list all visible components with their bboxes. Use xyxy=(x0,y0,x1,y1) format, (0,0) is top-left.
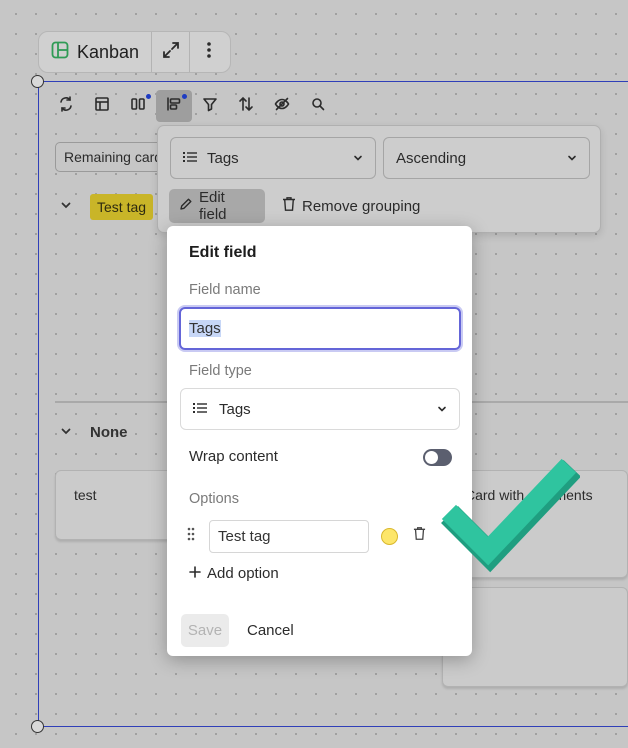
edit-field-label: Edit field xyxy=(199,189,227,223)
group-header-test-tag[interactable]: Test tag xyxy=(60,194,154,220)
checkmark-icon xyxy=(440,455,581,580)
group-button[interactable] xyxy=(156,90,192,122)
option-color-swatch[interactable] xyxy=(381,527,398,545)
columns-button[interactable] xyxy=(120,90,156,122)
group-icon xyxy=(166,96,182,117)
delete-option-button[interactable] xyxy=(413,526,426,546)
options-label: Options xyxy=(189,491,239,507)
chevron-down-icon xyxy=(60,198,72,216)
columns-icon xyxy=(130,96,146,117)
field-name-input[interactable]: Tags xyxy=(179,307,461,350)
trash-icon xyxy=(413,526,426,546)
edit-field-dialog: Edit field Field name Tags Field type Ta… xyxy=(167,226,472,656)
group-order-value: Ascending xyxy=(396,149,467,167)
view-title-bar: Kanban xyxy=(38,31,231,73)
expand-icon xyxy=(162,41,180,64)
group-field-select[interactable]: Tags xyxy=(170,137,376,179)
group-header-none[interactable]: None xyxy=(60,424,128,441)
more-options-button[interactable] xyxy=(190,32,228,72)
cancel-button[interactable]: Cancel xyxy=(239,614,302,647)
chevron-down-icon xyxy=(60,424,72,441)
field-type-label: Field type xyxy=(189,363,252,379)
view-title: Kanban xyxy=(77,41,140,62)
edit-field-button[interactable]: Edit field xyxy=(169,189,265,223)
card-title: test xyxy=(74,487,97,503)
search-icon xyxy=(311,97,325,116)
remove-grouping-label: Remove grouping xyxy=(302,197,421,215)
group-none-label: None xyxy=(90,424,128,441)
remove-grouping-button[interactable]: Remove grouping xyxy=(282,189,420,223)
add-option-button[interactable]: Add option xyxy=(189,565,279,582)
sort-button[interactable] xyxy=(228,90,264,122)
grouping-popover: Tags Ascending Edit field Remove groupin… xyxy=(157,125,601,233)
refresh-icon xyxy=(58,95,74,117)
search-button[interactable] xyxy=(300,90,336,122)
group-tag-chip: Test tag xyxy=(90,194,154,220)
plus-icon xyxy=(189,565,201,582)
pencil-icon xyxy=(179,197,193,215)
dialog-title: Edit field xyxy=(189,244,257,261)
layout-icon xyxy=(94,96,110,117)
hide-fields-button[interactable] xyxy=(264,90,300,122)
refresh-button[interactable] xyxy=(48,90,84,122)
group-indicator-dot xyxy=(182,94,187,99)
columns-indicator-dot xyxy=(146,94,151,99)
trash-icon xyxy=(282,196,296,216)
drag-handle-icon[interactable] xyxy=(187,527,195,546)
remaining-cards-input[interactable]: Remaining cards xyxy=(55,142,163,172)
resize-handle-bottom-left[interactable] xyxy=(31,720,44,733)
toggle-knob xyxy=(425,451,438,464)
resize-handle-top-left[interactable] xyxy=(31,75,44,88)
list-icon xyxy=(183,150,197,167)
group-order-select[interactable]: Ascending xyxy=(383,137,590,179)
chevron-down-icon xyxy=(567,150,577,167)
save-button[interactable]: Save xyxy=(181,614,229,647)
option-row: Test tag xyxy=(187,519,426,553)
view-title-button[interactable]: Kanban xyxy=(39,32,153,72)
add-option-label: Add option xyxy=(207,565,279,582)
expand-button[interactable] xyxy=(152,32,191,72)
filter-button[interactable] xyxy=(192,90,228,122)
group-field-value: Tags xyxy=(207,149,239,167)
field-type-value: Tags xyxy=(219,400,251,418)
layout-button[interactable] xyxy=(84,90,120,122)
chevron-down-icon xyxy=(437,401,447,418)
view-toolbar xyxy=(48,90,336,122)
option-value: Test tag xyxy=(218,527,271,545)
list-icon xyxy=(193,401,207,418)
sort-icon xyxy=(238,96,254,117)
filter-icon xyxy=(202,96,218,117)
field-name-label: Field name xyxy=(189,282,261,298)
wrap-content-label: Wrap content xyxy=(189,448,278,465)
field-type-select[interactable]: Tags xyxy=(180,388,460,430)
hide-icon xyxy=(274,96,290,117)
kanban-icon xyxy=(51,41,69,64)
chevron-down-icon xyxy=(353,150,363,167)
kanban-card[interactable]: test xyxy=(55,470,175,540)
more-vertical-icon xyxy=(206,41,212,64)
field-name-value: Tags xyxy=(189,320,221,337)
option-input[interactable]: Test tag xyxy=(209,519,369,553)
